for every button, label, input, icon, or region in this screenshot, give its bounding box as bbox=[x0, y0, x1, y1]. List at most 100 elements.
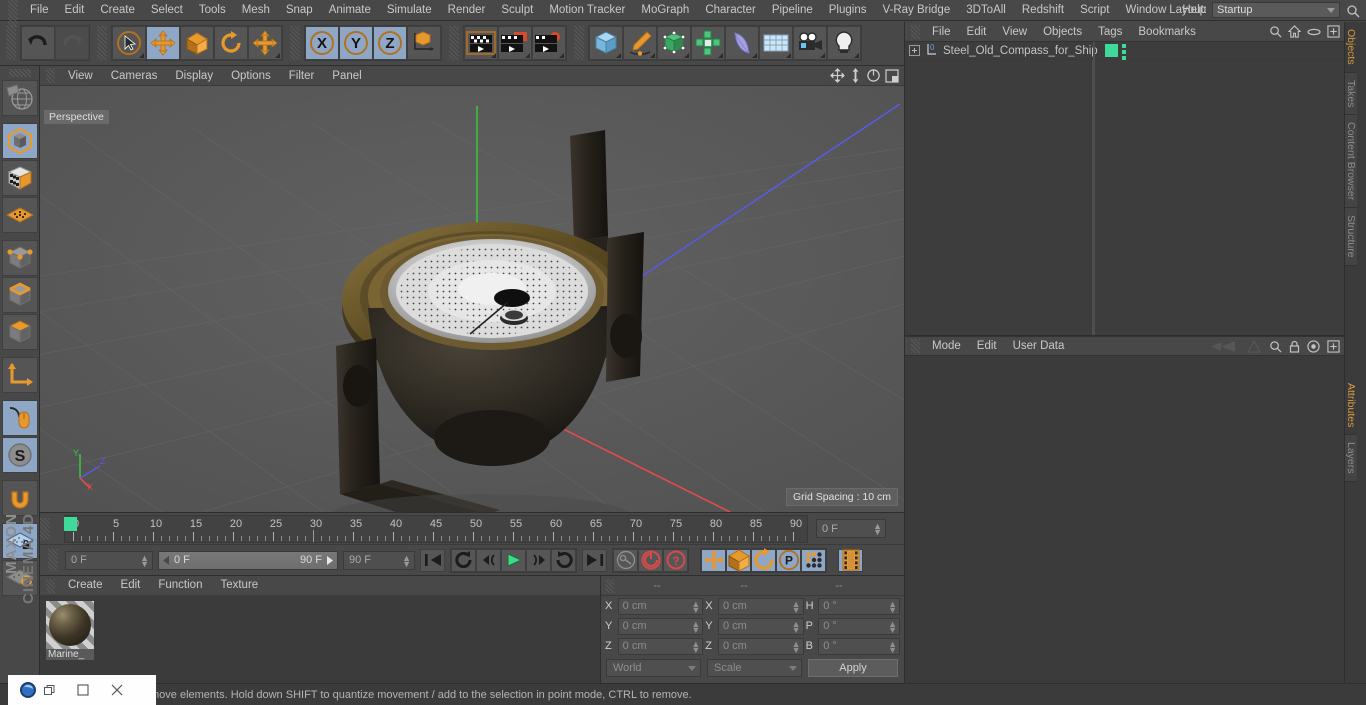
timeline-ruler[interactable]: 051015202530354045505560657075808590 bbox=[64, 514, 808, 543]
menu-item-3dtoall[interactable]: 3DToAll bbox=[958, 0, 1014, 21]
edges-mode-button[interactable] bbox=[1, 277, 38, 313]
objects-tree[interactable]: 0 Steel_Old_Compass_for_Ship bbox=[905, 42, 1344, 336]
object-tag-dots-icon[interactable] bbox=[1122, 44, 1126, 60]
material-grip[interactable] bbox=[46, 578, 55, 593]
minimize-icon[interactable] bbox=[77, 684, 89, 696]
close-icon[interactable] bbox=[111, 684, 123, 696]
coord-field-position-z[interactable]: 0 cm ▲ ▼ bbox=[617, 637, 704, 655]
redo-button[interactable] bbox=[55, 26, 89, 60]
toolbar-grip[interactable] bbox=[97, 26, 107, 60]
vertical-tab-attributes[interactable]: Attributes bbox=[1345, 375, 1357, 436]
undo-button[interactable] bbox=[21, 26, 55, 60]
material-menu-function[interactable]: Function bbox=[149, 576, 211, 595]
spinner-icon[interactable]: ▲ ▼ bbox=[873, 522, 882, 537]
preview-range-slider[interactable]: 0 F 90 F bbox=[158, 550, 338, 570]
record-position-button[interactable] bbox=[701, 548, 726, 572]
snap-toggle-button[interactable]: S bbox=[1, 437, 38, 473]
apply-button[interactable]: Apply bbox=[808, 659, 898, 677]
viewport-menu-options[interactable]: Options bbox=[222, 66, 280, 86]
flyout-corner-icon[interactable] bbox=[559, 53, 564, 58]
menubar-grip[interactable] bbox=[8, 0, 18, 27]
menu-item-select[interactable]: Select bbox=[143, 0, 191, 21]
timeline-grip[interactable] bbox=[40, 517, 50, 540]
step-forward-button[interactable] bbox=[526, 548, 551, 572]
flyout-corner-icon[interactable] bbox=[684, 53, 689, 58]
material-menu-edit[interactable]: Edit bbox=[112, 576, 150, 595]
menu-item-sculpt[interactable]: Sculpt bbox=[493, 0, 541, 21]
spinner-icon[interactable]: ▲ ▼ bbox=[691, 639, 700, 654]
spinner-icon[interactable]: ▲ ▼ bbox=[140, 553, 149, 568]
coord-field-size-y[interactable]: 0 cm ▲ ▼ bbox=[717, 617, 804, 635]
rotate-tool[interactable] bbox=[214, 26, 248, 60]
dolly-icon[interactable] bbox=[849, 68, 862, 83]
scale-tool[interactable] bbox=[180, 26, 214, 60]
viewport-menu-filter[interactable]: Filter bbox=[280, 66, 324, 86]
material-item[interactable]: Marine_ bbox=[46, 601, 96, 660]
coord-field-rotation-b[interactable]: 0 ° ▲ ▼ bbox=[818, 637, 901, 655]
flyout-corner-icon[interactable] bbox=[820, 53, 825, 58]
go-to-end-button[interactable] bbox=[582, 548, 607, 572]
go-to-start-button[interactable] bbox=[420, 548, 445, 572]
add-light-button[interactable] bbox=[827, 26, 861, 60]
record-rotation-button[interactable] bbox=[751, 548, 776, 572]
add-generator-button[interactable] bbox=[657, 26, 691, 60]
live-selection-tool[interactable] bbox=[112, 26, 146, 60]
axis-mode-button[interactable] bbox=[1, 357, 38, 393]
world-object-axis-toggle[interactable] bbox=[407, 26, 441, 60]
objects-grip[interactable] bbox=[911, 24, 920, 39]
expand-toggle-icon[interactable] bbox=[909, 45, 920, 56]
add-deformer-button[interactable] bbox=[725, 26, 759, 60]
coord-field-position-x[interactable]: 0 cm ▲ ▼ bbox=[617, 597, 704, 615]
vertical-tab-content-browser[interactable]: Content Browser bbox=[1345, 115, 1357, 209]
material-list[interactable]: Marine_ bbox=[40, 595, 600, 685]
target-icon[interactable] bbox=[1307, 340, 1320, 353]
history-back-icon[interactable] bbox=[1209, 340, 1239, 353]
flyout-corner-icon[interactable] bbox=[786, 53, 791, 58]
plus-box-icon[interactable] bbox=[1327, 340, 1340, 353]
menu-item-file[interactable]: File bbox=[22, 0, 57, 21]
spinner-icon[interactable]: ▲ ▼ bbox=[691, 599, 700, 614]
layout-dropdown[interactable]: Startup bbox=[1212, 2, 1340, 18]
add-scene-button[interactable] bbox=[759, 26, 793, 60]
spinner-icon[interactable]: ▲ ▼ bbox=[888, 599, 897, 614]
attributes-body[interactable] bbox=[905, 357, 1344, 705]
objects-menu-file[interactable]: File bbox=[924, 22, 959, 42]
spinner-icon[interactable]: ▲ ▼ bbox=[691, 619, 700, 634]
material-menu-texture[interactable]: Texture bbox=[211, 576, 267, 595]
flyout-corner-icon[interactable] bbox=[616, 53, 621, 58]
attributes-menu-mode[interactable]: Mode bbox=[924, 336, 969, 356]
coord-field-rotation-p[interactable]: 0 ° ▲ ▼ bbox=[818, 617, 901, 635]
material-thumbnail[interactable] bbox=[46, 601, 94, 649]
keyframe-help-button[interactable]: ? bbox=[663, 548, 688, 572]
flyout-corner-icon[interactable] bbox=[491, 53, 496, 58]
end-frame-field[interactable]: 90 F ▲ ▼ bbox=[343, 550, 415, 570]
previous-keyframe-button[interactable] bbox=[451, 548, 476, 572]
add-mograph-button[interactable] bbox=[691, 26, 725, 60]
pan-icon[interactable] bbox=[830, 68, 845, 83]
lock-z-axis[interactable]: Z bbox=[373, 26, 407, 60]
current-frame-field[interactable]: 0 F ▲ ▼ bbox=[816, 519, 886, 538]
deformer-mode-button[interactable] bbox=[1, 197, 38, 233]
viewport-menu-cameras[interactable]: Cameras bbox=[102, 66, 167, 86]
viewport-menu-view[interactable]: View bbox=[59, 66, 102, 86]
object-row[interactable]: 0 Steel_Old_Compass_for_Ship bbox=[905, 42, 1344, 60]
menu-item-render[interactable]: Render bbox=[440, 0, 494, 21]
range-right-arrow-icon[interactable] bbox=[325, 555, 334, 565]
coord-field-size-z[interactable]: 0 cm ▲ ▼ bbox=[717, 637, 804, 655]
rotate-icon[interactable] bbox=[866, 68, 881, 83]
search-icon[interactable] bbox=[1269, 340, 1282, 353]
vertical-tab-layers[interactable]: Layers bbox=[1345, 435, 1357, 482]
viewport-menu-display[interactable]: Display bbox=[166, 66, 222, 86]
record-active-objects-button[interactable] bbox=[638, 548, 663, 572]
autokey-button[interactable] bbox=[613, 548, 638, 572]
range-left-arrow-icon[interactable] bbox=[162, 555, 171, 565]
viewport-menu-panel[interactable]: Panel bbox=[323, 66, 370, 86]
objects-menu-bookmarks[interactable]: Bookmarks bbox=[1130, 22, 1204, 42]
next-keyframe-button[interactable] bbox=[551, 548, 576, 572]
menu-item-character[interactable]: Character bbox=[697, 0, 764, 21]
coord-field-rotation-h[interactable]: 0 ° ▲ ▼ bbox=[818, 597, 901, 615]
polygons-mode-button[interactable] bbox=[1, 314, 38, 350]
objects-menu-view[interactable]: View bbox=[994, 22, 1035, 42]
start-frame-field[interactable]: 0 F ▲ ▼ bbox=[65, 550, 153, 570]
lock-x-axis[interactable]: X bbox=[305, 26, 339, 60]
